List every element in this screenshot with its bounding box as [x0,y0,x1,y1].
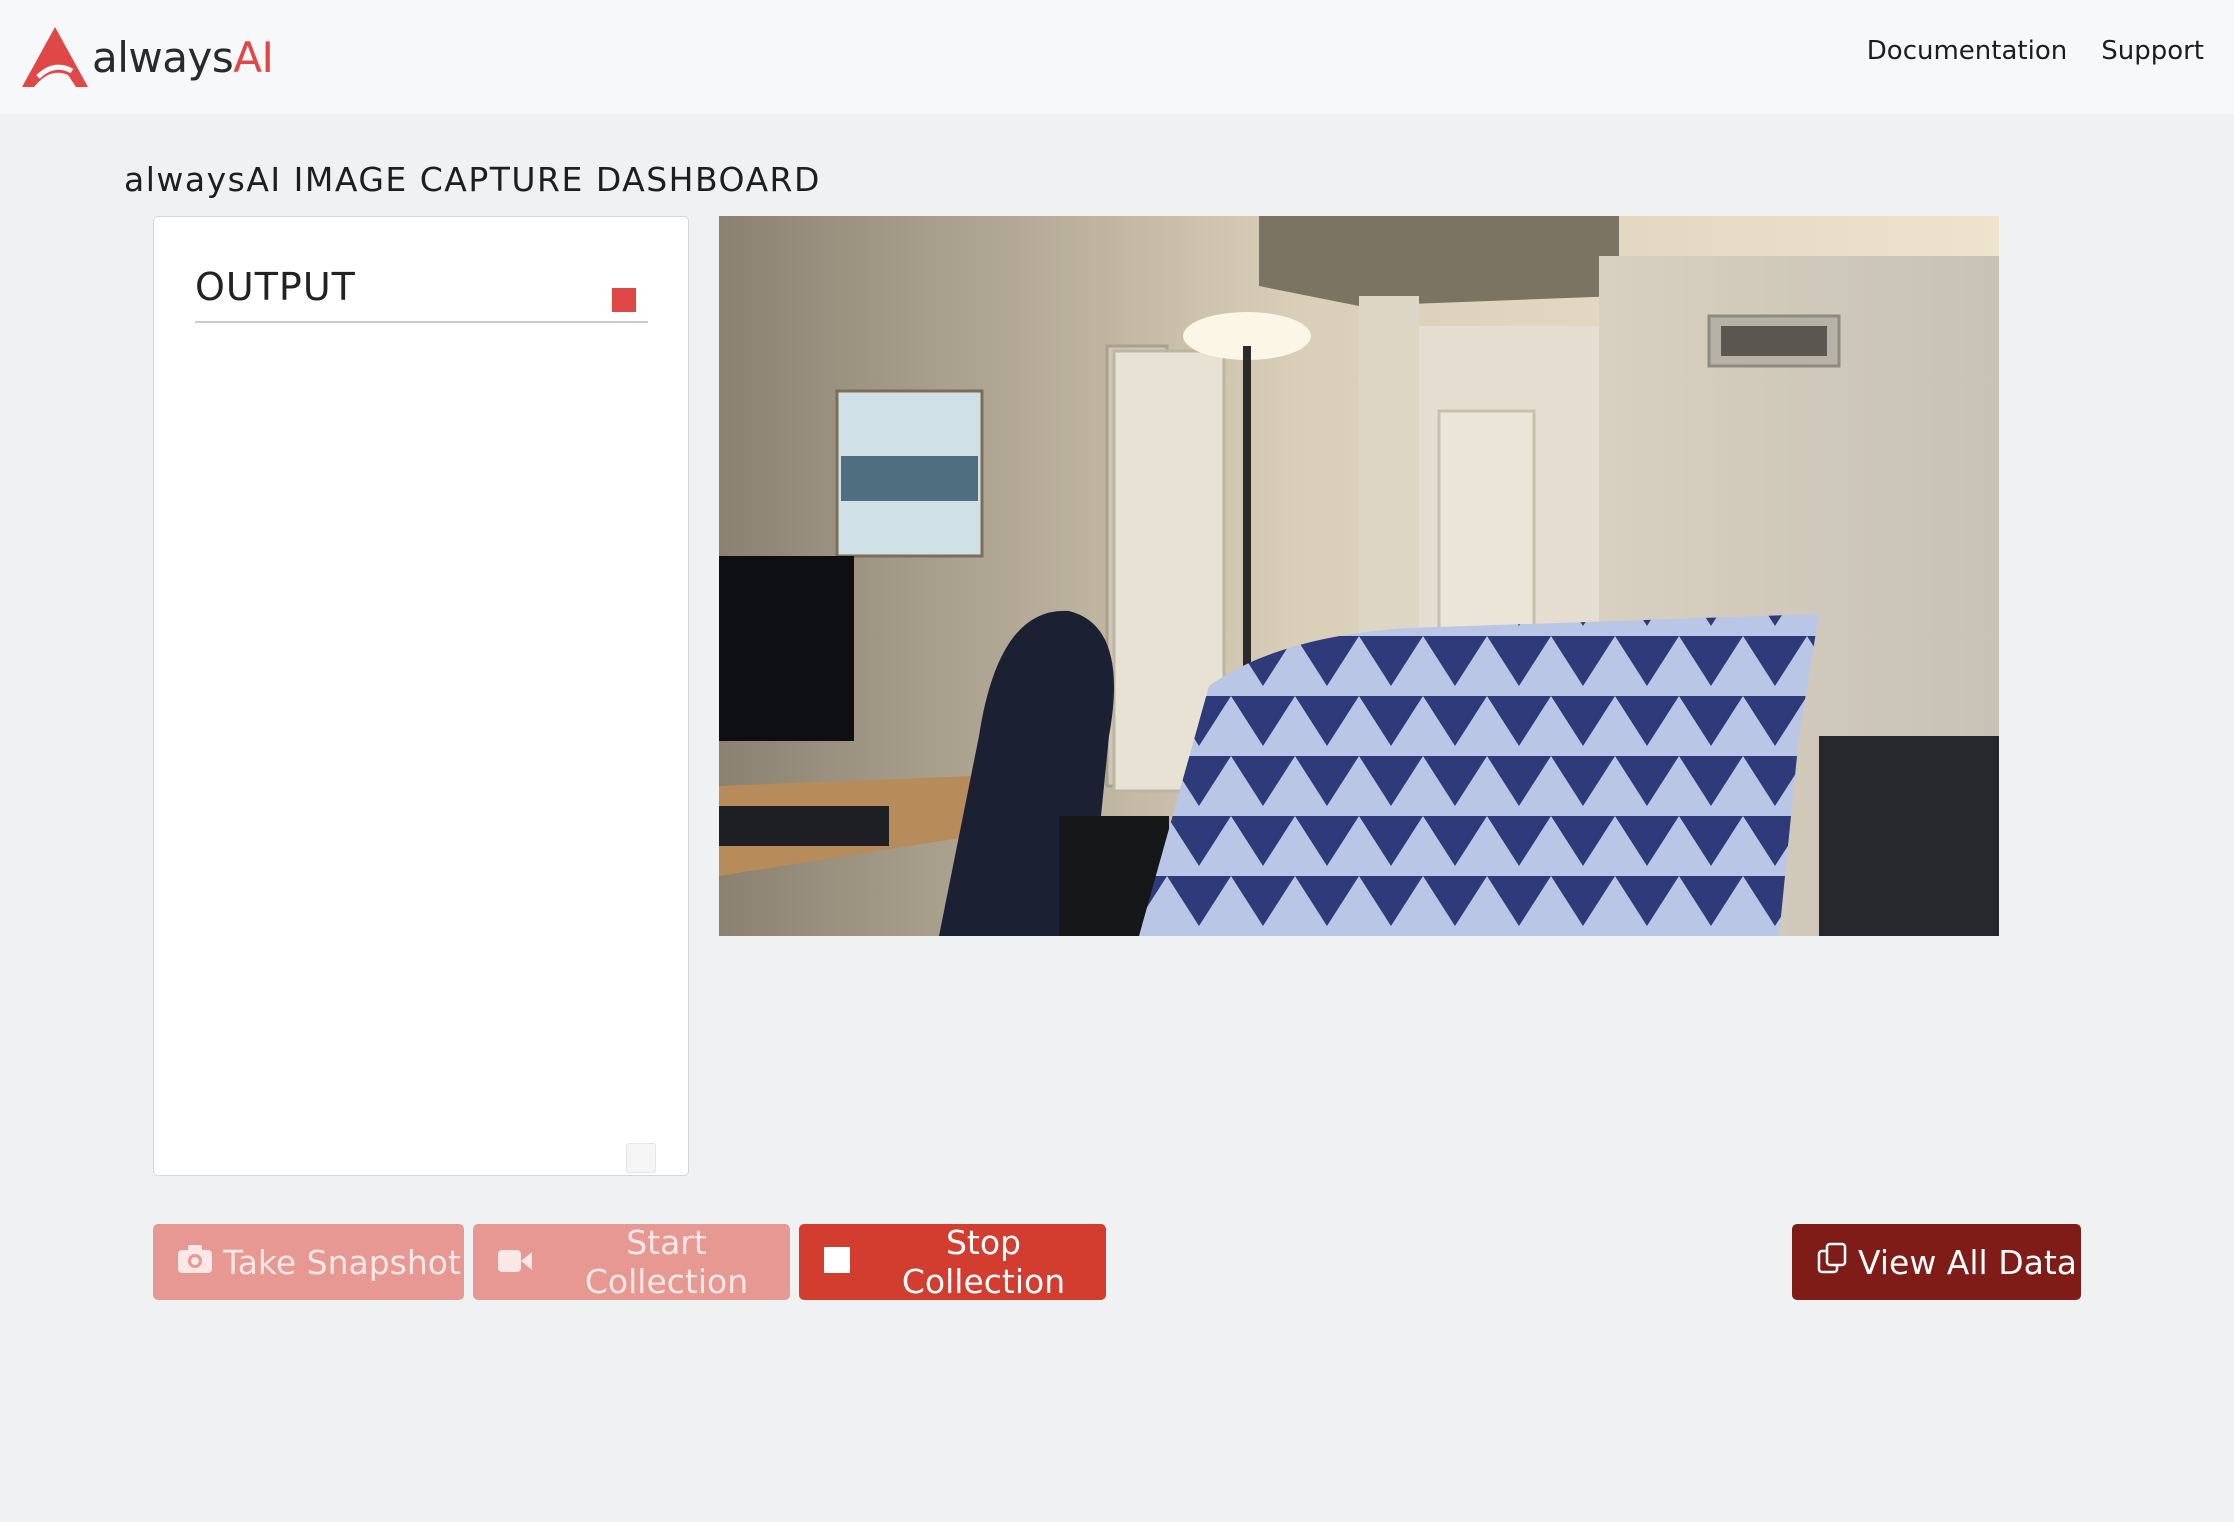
camera-video-feed [719,216,1999,936]
camera-icon [177,1243,213,1282]
output-title: OUTPUT [195,265,356,309]
stop-square-icon [823,1243,851,1282]
view-all-data-button[interactable]: View All Data [1792,1224,2081,1300]
camera-frame-image [719,216,1999,936]
stop-collection-label: Stop Collection [901,1223,1066,1301]
resize-handle[interactable] [626,1143,656,1173]
brand-name: alwaysAI [92,32,274,82]
output-panel: OUTPUT [153,216,689,1176]
start-collection-button[interactable]: Start Collection [473,1223,790,1301]
copy-icon [1816,1242,1848,1282]
alwaysai-logo-icon [22,27,88,87]
nav-link-support[interactable]: Support [2101,36,2204,66]
video-camera-icon [497,1243,533,1282]
stop-collection-button[interactable]: Stop Collection [799,1223,1106,1301]
output-log[interactable] [195,337,648,1137]
start-collection-label: Start Collection [584,1223,749,1301]
brand-logo[interactable]: alwaysAI [20,24,274,90]
output-header: OUTPUT [195,261,648,323]
navbar: alwaysAI Documentation Support [0,0,2234,114]
page-title: alwaysAI IMAGE CAPTURE DASHBOARD [124,160,821,199]
nav-link-documentation[interactable]: Documentation [1867,36,2067,66]
recording-status-icon [612,288,636,312]
take-snapshot-button[interactable]: Take Snapshot [153,1224,464,1300]
take-snapshot-label: Take Snapshot [223,1242,461,1282]
nav-links: Documentation Support [1867,36,2204,66]
view-all-data-label: View All Data [1858,1242,2077,1282]
